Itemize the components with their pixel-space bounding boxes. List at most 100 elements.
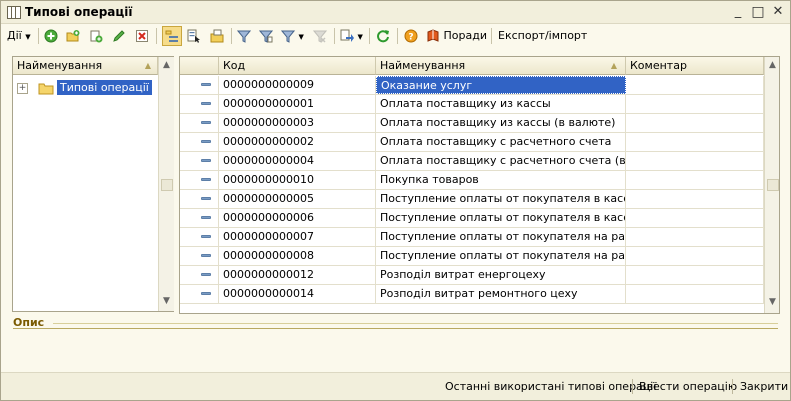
row-name: Оказание услуг	[376, 76, 626, 94]
refresh-button[interactable]	[376, 27, 390, 45]
enter-operation-button[interactable]: Ввести операцію	[639, 380, 737, 393]
tree-header[interactable]: Найменування ▲	[13, 57, 158, 75]
row-name: Оплата поставщику из кассы	[376, 95, 626, 113]
table-row[interactable]: 0000000000001 Оплата поставщику из кассы	[180, 95, 764, 114]
help-button[interactable]: ?	[404, 27, 418, 45]
filter-history-button[interactable]: ▼	[281, 27, 304, 45]
scroll-thumb[interactable]	[767, 179, 779, 191]
filter-by-value-button[interactable]	[259, 27, 273, 45]
folder-up-icon	[210, 29, 224, 43]
item-icon	[201, 159, 211, 162]
table-row[interactable]: 0000000000005 Поступление оплаты от покуп…	[180, 190, 764, 209]
table-row[interactable]: 0000000000002 Оплата поставщику с расчетн…	[180, 133, 764, 152]
row-code: 0000000000006	[219, 209, 376, 227]
table-row[interactable]: 0000000000006 Поступление оплаты от покуп…	[180, 209, 764, 228]
table-icon	[7, 6, 21, 19]
help-icon: ?	[404, 29, 418, 43]
row-comment	[626, 190, 764, 208]
move-menu-button[interactable]: ▼	[340, 27, 363, 45]
delete-mark-icon	[136, 30, 148, 42]
tips-book-icon	[427, 29, 439, 42]
level-up-button[interactable]	[187, 27, 201, 45]
edit-button[interactable]	[112, 27, 126, 45]
row-comment	[626, 266, 764, 284]
minimize-button[interactable]: _	[730, 4, 746, 20]
recent-operations-button[interactable]: Останні використані типові операції	[445, 380, 656, 393]
tree-panel: Найменування ▲ + Типові операції ▲ ▼	[12, 56, 174, 312]
toolbar-separator	[156, 28, 157, 44]
table-row[interactable]: 0000000000014 Розподіл витрат ремонтного …	[180, 285, 764, 304]
tree-item[interactable]: + Типові операції	[17, 79, 152, 97]
table-header-icon-column[interactable]	[180, 57, 219, 75]
add-button[interactable]	[44, 27, 58, 45]
row-comment	[626, 209, 764, 227]
row-comment	[626, 171, 764, 189]
close-form-button[interactable]: Закрити	[740, 380, 788, 393]
table-row[interactable]: 0000000000008 Поступление оплаты от покуп…	[180, 247, 764, 266]
status-separator	[632, 379, 633, 394]
main-window: Типові операції _ □ ✕ Дії ▼ ▼ ▼ ? Поради…	[0, 0, 791, 401]
select-parent-button[interactable]	[210, 27, 224, 45]
row-icon-cell	[180, 76, 219, 94]
clear-filter-button[interactable]	[313, 27, 327, 45]
export-import-button[interactable]: Експорт/імпорт	[498, 27, 587, 45]
filter-button[interactable]	[237, 27, 251, 45]
item-icon	[201, 254, 211, 257]
row-icon-cell	[180, 209, 219, 227]
filter-off-icon	[313, 30, 327, 43]
table-header-code[interactable]: Код	[219, 57, 376, 75]
close-button[interactable]: ✕	[770, 4, 786, 20]
row-name: Поступление оплаты от покупателя в кассу…	[376, 209, 626, 227]
window-title: Типові операції	[25, 5, 133, 19]
scroll-up-icon[interactable]: ▲	[159, 58, 174, 73]
table-row[interactable]: 0000000000009 Оказание услуг	[180, 76, 764, 95]
row-code: 0000000000010	[219, 171, 376, 189]
table-header-comment[interactable]: Коментар	[626, 57, 764, 75]
row-comment	[626, 152, 764, 170]
row-icon-cell	[180, 152, 219, 170]
add-group-button[interactable]	[66, 27, 80, 45]
row-icon-cell	[180, 114, 219, 132]
table-row[interactable]: 0000000000004 Оплата поставщику с расчетн…	[180, 152, 764, 171]
table-scrollbar[interactable]: ▲ ▼	[764, 57, 779, 313]
row-name: Оплата поставщику из кассы (в валюте)	[376, 114, 626, 132]
actions-menu-button[interactable]: Дії ▼	[7, 27, 31, 45]
toolbar-separator	[491, 28, 492, 44]
move-to-folder-icon	[340, 29, 354, 42]
dropdown-arrow-icon: ▼	[298, 33, 304, 41]
scroll-thumb[interactable]	[161, 179, 173, 191]
operations-table: Код Найменування ▲ Коментар 000000000000…	[179, 56, 780, 314]
maximize-button[interactable]: □	[750, 4, 766, 20]
row-comment	[626, 133, 764, 151]
table-row[interactable]: 0000000000003 Оплата поставщику из кассы …	[180, 114, 764, 133]
add-folder-icon	[66, 30, 80, 42]
table-row[interactable]: 0000000000010 Покупка товаров	[180, 171, 764, 190]
column-name-label: Найменування	[380, 59, 466, 72]
row-icon-cell	[180, 266, 219, 284]
table-row[interactable]: 0000000000012 Розподіл витрат енергоцеху	[180, 266, 764, 285]
expand-toggle[interactable]: +	[17, 82, 28, 94]
tips-button[interactable]: Поради	[426, 27, 487, 45]
scroll-up-icon[interactable]: ▲	[765, 58, 779, 73]
row-icon-cell	[180, 171, 219, 189]
item-icon	[201, 216, 211, 219]
title-bar: Типові операції _ □ ✕	[1, 1, 790, 24]
tree-view-button[interactable]	[162, 26, 182, 46]
svg-text:?: ?	[408, 33, 413, 43]
add-circle-icon	[44, 29, 58, 43]
row-code: 0000000000009	[219, 76, 376, 94]
table-header-name[interactable]: Найменування ▲	[376, 57, 626, 75]
scroll-down-icon[interactable]: ▼	[765, 295, 779, 310]
status-bar: Останні використані типові операції Ввес…	[1, 372, 790, 400]
row-name: Поступление оплаты от покупателя на расч…	[376, 228, 626, 246]
tree-scrollbar[interactable]: ▲ ▼	[158, 57, 174, 311]
delete-button[interactable]	[135, 27, 149, 45]
scroll-down-icon[interactable]: ▼	[159, 294, 174, 309]
item-icon	[201, 235, 211, 238]
row-name: Розподіл витрат ремонтного цеху	[376, 285, 626, 303]
filter-icon	[237, 30, 251, 43]
row-icon-cell	[180, 95, 219, 113]
item-icon	[201, 178, 211, 181]
table-row[interactable]: 0000000000007 Поступление оплаты от покуп…	[180, 228, 764, 247]
copy-button[interactable]	[89, 27, 103, 45]
